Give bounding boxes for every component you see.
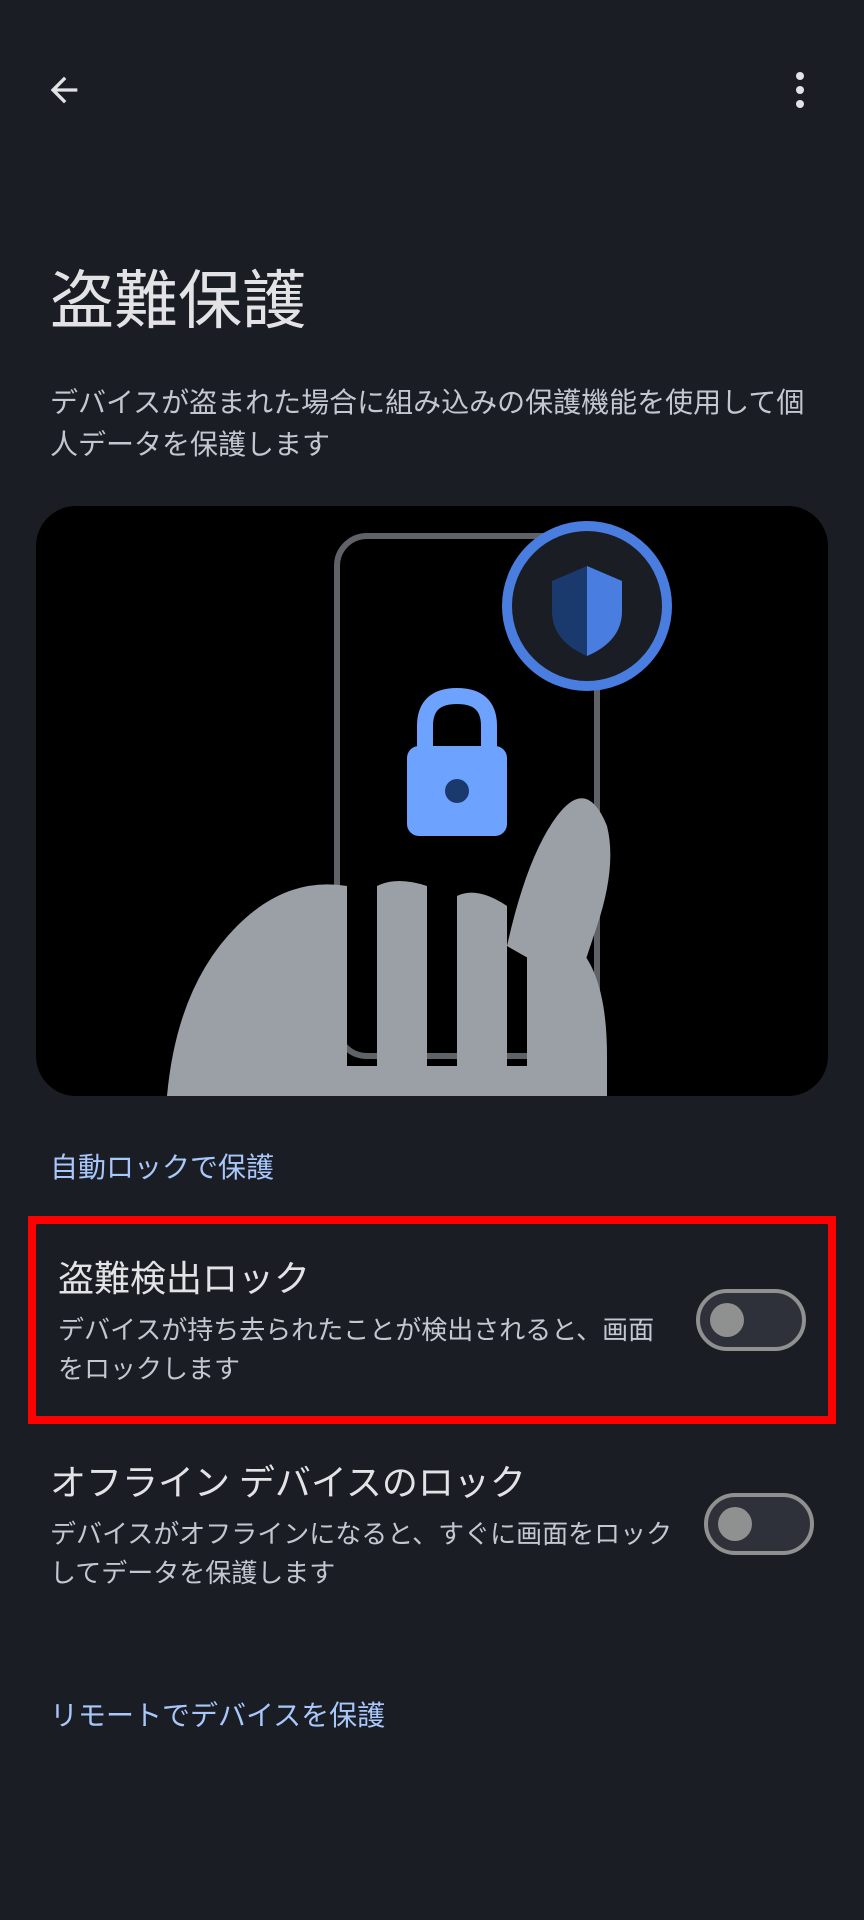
section-auto-lock-label: 自動ロックで保護: [0, 1146, 864, 1216]
setting-title: 盗難検出ロック: [58, 1250, 676, 1302]
toggle-knob: [718, 1507, 752, 1541]
toggle-knob: [710, 1303, 744, 1337]
arrow-back-icon: [44, 70, 84, 110]
setting-theft-detection-lock[interactable]: 盗難検出ロック デバイスが持ち去られたことが検出されると、画面をロックします: [28, 1216, 836, 1424]
page-subtitle: デバイスが盗まれた場合に組み込みの保護機能を使用して個人データを保護します: [0, 382, 864, 506]
setting-offline-device-lock[interactable]: オフライン デバイスのロック デバイスがオフラインになると、すぐに画面をロックし…: [0, 1424, 864, 1624]
section-remote-label: リモートでデバイスを保護: [0, 1624, 864, 1764]
setting-description: デバイスが持ち去られたことが検出されると、画面をロックします: [58, 1312, 676, 1390]
more-vert-icon: [796, 72, 804, 108]
more-options-button[interactable]: [776, 66, 824, 114]
page-title: 盗難保護: [0, 180, 864, 382]
setting-description: デバイスがオフラインになると、すぐに画面をロックしてデータを保護します: [50, 1516, 684, 1594]
back-button[interactable]: [40, 66, 88, 114]
theft-protection-illustration: [36, 506, 828, 1096]
offline-lock-toggle[interactable]: [704, 1493, 814, 1555]
setting-title: オフライン デバイスのロック: [50, 1454, 684, 1506]
theft-detection-toggle[interactable]: [696, 1289, 806, 1351]
